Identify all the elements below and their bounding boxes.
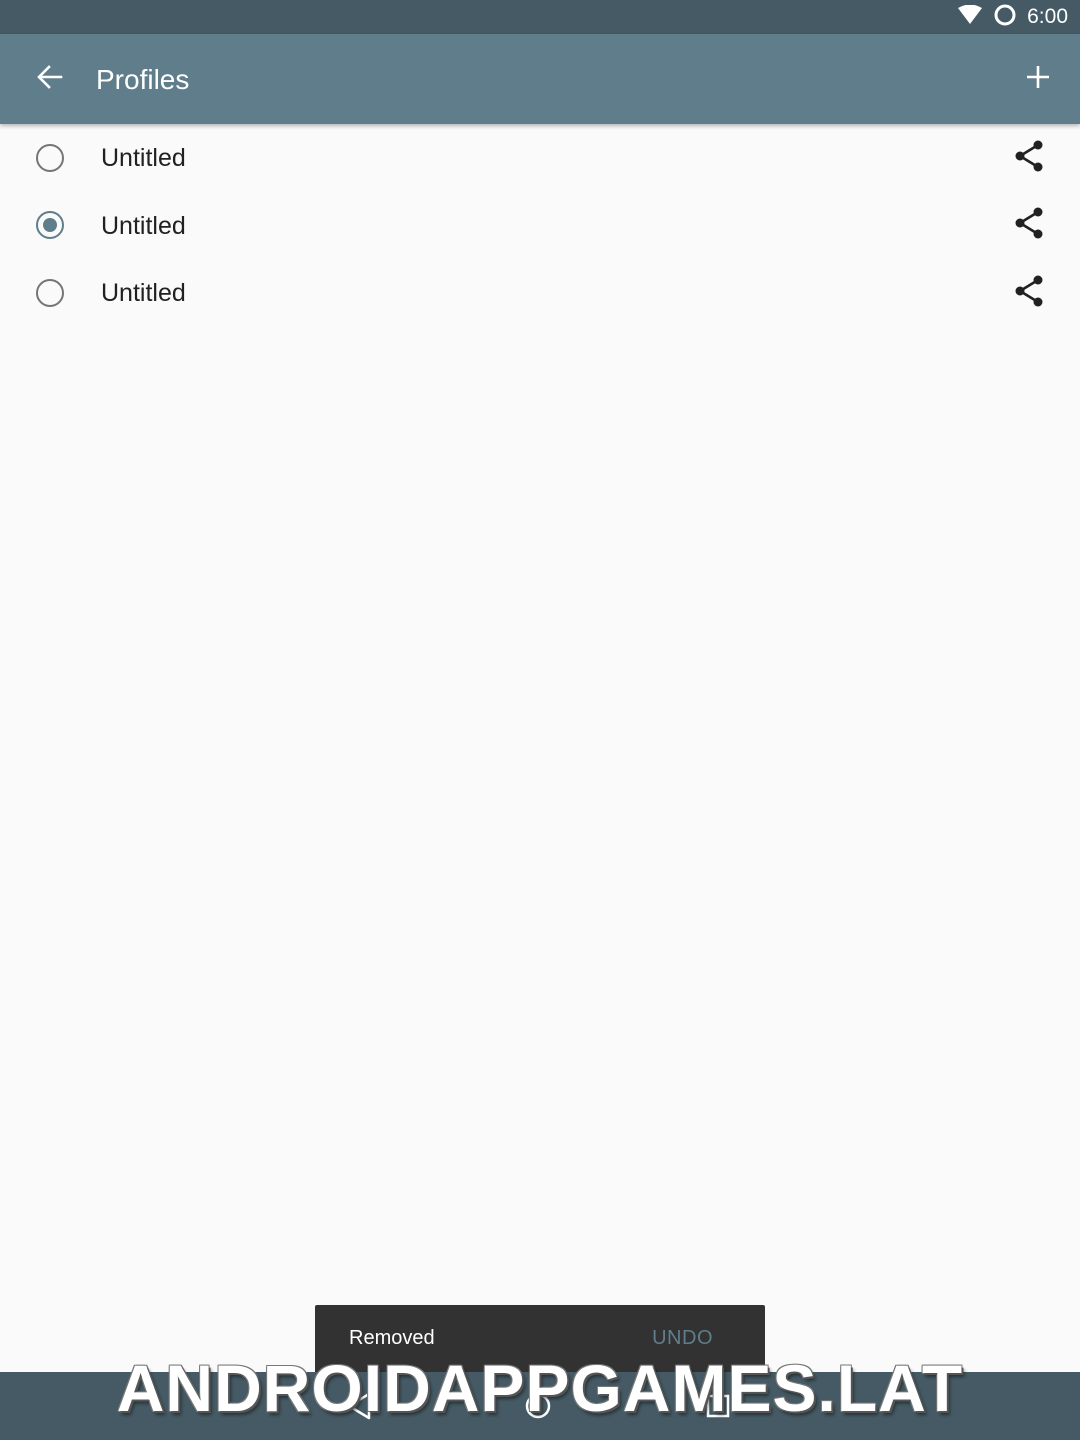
profile-name[interactable]: Untitled xyxy=(101,277,186,309)
profile-radio[interactable] xyxy=(36,211,64,239)
nav-recents-button[interactable] xyxy=(696,1386,740,1430)
nav-home-icon xyxy=(523,1391,553,1426)
profile-list: Untitled Untitled Untitled xyxy=(0,124,1080,327)
wifi-icon xyxy=(957,4,983,30)
navigation-bar xyxy=(0,1372,1080,1440)
undo-button[interactable]: UNDO xyxy=(652,1327,713,1350)
screen: 6:00 Profiles Untitled Untitled Untitled… xyxy=(0,0,1080,1440)
page-title: Profiles xyxy=(96,64,190,95)
share-button[interactable] xyxy=(1006,270,1052,316)
profile-name[interactable]: Untitled xyxy=(101,142,186,174)
add-profile-button[interactable] xyxy=(1014,55,1062,103)
nav-back-button[interactable] xyxy=(338,1386,382,1430)
share-button[interactable] xyxy=(1006,135,1052,181)
back-button[interactable] xyxy=(22,55,78,103)
share-icon xyxy=(1014,275,1044,312)
status-time: 6:00 xyxy=(1027,5,1068,28)
sync-icon xyxy=(993,3,1017,32)
snackbar-message: Removed xyxy=(349,1327,435,1349)
add-icon xyxy=(1025,64,1051,95)
profile-row[interactable]: Untitled xyxy=(0,124,1080,192)
nav-back-icon xyxy=(345,1391,375,1426)
arrow-back-icon xyxy=(36,63,64,96)
share-icon xyxy=(1014,207,1044,244)
nav-recents-icon xyxy=(703,1391,733,1426)
app-bar: Profiles xyxy=(0,34,1080,124)
profile-radio[interactable] xyxy=(36,143,64,172)
nav-home-button[interactable] xyxy=(516,1386,560,1430)
profile-row[interactable]: Untitled xyxy=(0,192,1080,260)
profile-radio[interactable] xyxy=(36,278,64,307)
snackbar: Removed UNDO xyxy=(315,1305,765,1375)
share-icon xyxy=(1014,140,1044,177)
status-bar: 6:00 xyxy=(0,0,1080,34)
share-button[interactable] xyxy=(1006,203,1052,249)
profile-row[interactable]: Untitled xyxy=(0,259,1080,327)
status-icons: 6:00 xyxy=(957,0,1068,34)
profile-name[interactable]: Untitled xyxy=(101,210,186,242)
